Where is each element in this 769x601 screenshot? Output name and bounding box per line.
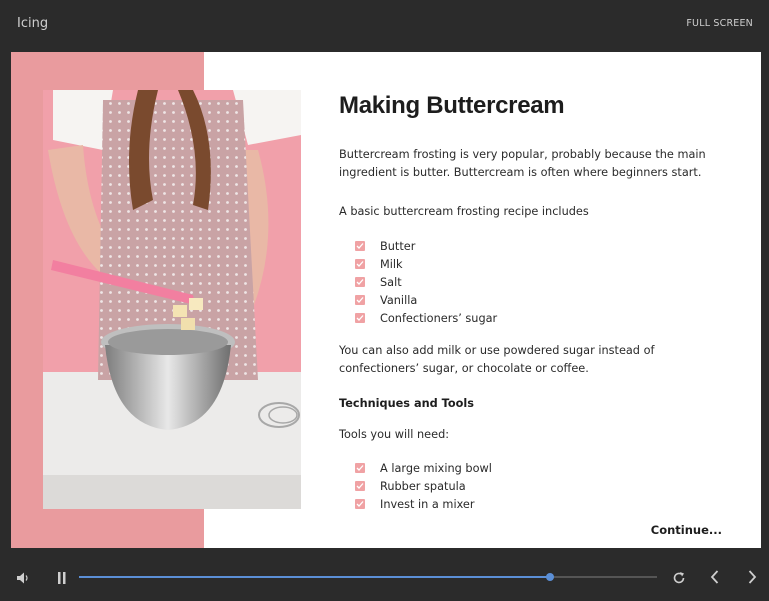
check-icon — [355, 313, 365, 323]
intro-paragraph: Buttercream frosting is very popular, pr… — [339, 148, 706, 179]
replay-icon[interactable] — [672, 570, 686, 589]
baker-photo — [43, 90, 301, 509]
list-item: A large mixing bowl — [355, 459, 492, 477]
top-bar: Icing FULL SCREEN — [0, 0, 769, 52]
tool-label: Rubber spatula — [380, 479, 466, 493]
ingredient-label: Butter — [380, 239, 416, 253]
check-icon — [355, 463, 365, 473]
alternatives-paragraph: You can also add milk or use powdered su… — [339, 344, 655, 375]
fullscreen-button[interactable]: FULL SCREEN — [686, 18, 753, 29]
list-item: Vanilla — [355, 291, 497, 309]
ingredient-label: Vanilla — [380, 293, 418, 307]
tools-intro: Tools you will need: — [339, 428, 450, 441]
slide: Making Buttercream Buttercream frosting … — [11, 52, 761, 548]
tool-label: A large mixing bowl — [380, 461, 492, 475]
progress-fill — [79, 576, 551, 578]
list-item: Butter — [355, 237, 497, 255]
check-icon — [355, 481, 365, 491]
progress-handle[interactable] — [546, 573, 555, 581]
check-icon — [355, 241, 365, 251]
list-item: Milk — [355, 255, 497, 273]
player-controls — [0, 548, 769, 601]
check-icon — [355, 295, 365, 305]
pause-icon[interactable] — [56, 570, 68, 589]
ingredient-label: Salt — [380, 275, 402, 289]
techniques-heading: Techniques and Tools — [339, 397, 474, 410]
continue-link[interactable]: Continue... — [651, 523, 722, 537]
ingredient-label: Milk — [380, 257, 403, 271]
list-item: Confectioners’ sugar — [355, 309, 497, 327]
ingredient-list: Butter Milk Salt Vanilla Confectioners’ … — [355, 237, 497, 327]
prev-icon[interactable] — [709, 569, 721, 589]
lesson-title: Icing — [17, 16, 49, 31]
tools-list: A large mixing bowl Rubber spatula Inves… — [355, 459, 492, 513]
list-item: Rubber spatula — [355, 477, 492, 495]
check-icon — [355, 277, 365, 287]
list-item: Invest in a mixer — [355, 495, 492, 513]
next-icon[interactable] — [746, 569, 758, 589]
tool-label: Invest in a mixer — [380, 497, 475, 511]
recipe-intro: A basic buttercream frosting recipe incl… — [339, 205, 589, 218]
progress-track[interactable] — [79, 573, 657, 581]
ingredient-label: Confectioners’ sugar — [380, 311, 498, 325]
check-icon — [355, 499, 365, 509]
slide-heading: Making Buttercream — [339, 92, 565, 119]
check-icon — [355, 259, 365, 269]
list-item: Salt — [355, 273, 497, 291]
volume-icon[interactable] — [16, 570, 30, 589]
